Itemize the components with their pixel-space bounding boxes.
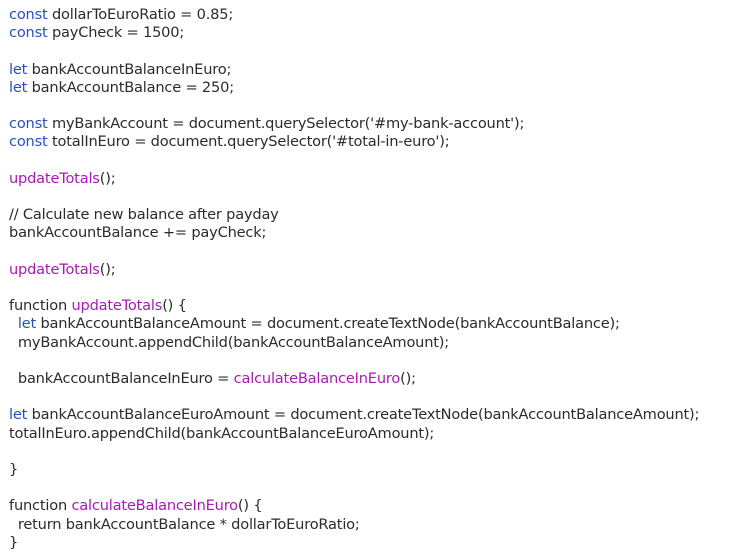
code-text-token: (); <box>400 369 416 387</box>
code-text-token: totalInEuro = document.querySelector('#t… <box>47 133 450 151</box>
code-text-token: function <box>9 297 72 315</box>
function-name-token: updateTotals <box>9 169 100 187</box>
code-text-token: myBankAccount = document.querySelector('… <box>47 115 525 133</box>
code-text-token: myBankAccount.appendChild(bankAccountBal… <box>9 333 450 351</box>
code-text-token: bankAccountBalanceEuroAmount = document.… <box>27 406 700 424</box>
code-text-token: } <box>9 533 19 551</box>
code-line[interactable] <box>9 479 748 497</box>
keyword-token: const <box>9 24 48 42</box>
keyword-token: let <box>9 78 28 96</box>
code-text-token: bankAccountBalanceInEuro; <box>27 60 232 78</box>
code-text-token: bankAccountBalance = 250; <box>27 78 235 96</box>
code-line[interactable] <box>9 279 748 297</box>
code-text-token: return bankAccountBalance * dollarToEuro… <box>9 515 360 533</box>
code-line[interactable]: bankAccountBalance += payCheck; <box>9 224 748 242</box>
code-line[interactable]: let bankAccountBalanceAmount = document.… <box>9 315 748 333</box>
code-line[interactable] <box>9 152 748 170</box>
code-line[interactable]: const totalInEuro = document.querySelect… <box>9 133 748 151</box>
code-line[interactable]: function calculateBalanceInEuro() { <box>9 497 748 515</box>
keyword-token: const <box>9 6 48 23</box>
code-text-token: bankAccountBalanceInEuro = <box>9 369 234 387</box>
function-name-token: updateTotals <box>9 260 100 278</box>
function-name-token: updateTotals <box>71 297 163 315</box>
code-line[interactable] <box>9 188 748 206</box>
code-text-token: payCheck = 1500; <box>47 24 185 42</box>
keyword-token: const <box>9 133 48 151</box>
code-line[interactable] <box>9 352 748 370</box>
code-text-token: } <box>9 460 19 478</box>
code-line[interactable]: updateTotals(); <box>9 170 748 188</box>
code-line[interactable]: myBankAccount.appendChild(bankAccountBal… <box>9 334 748 352</box>
code-line[interactable]: const dollarToEuroRatio = 0.85; <box>9 6 748 24</box>
code-line[interactable]: const payCheck = 1500; <box>9 24 748 42</box>
code-line[interactable]: // Calculate new balance after payday <box>9 206 748 224</box>
code-text-token: dollarToEuroRatio = 0.85; <box>47 6 234 23</box>
keyword-token: let <box>9 60 28 78</box>
code-line[interactable]: } <box>9 534 748 552</box>
function-name-token: calculateBalanceInEuro <box>71 497 238 515</box>
code-line[interactable]: const myBankAccount = document.querySele… <box>9 115 748 133</box>
code-text-token: () { <box>237 497 263 515</box>
code-text-token: function <box>9 497 72 515</box>
function-name-token: calculateBalanceInEuro <box>233 369 401 387</box>
code-line[interactable]: let bankAccountBalance = 250; <box>9 79 748 97</box>
code-text-token: totalInEuro.appendChild(bankAccountBalan… <box>9 424 435 442</box>
code-line[interactable]: totalInEuro.appendChild(bankAccountBalan… <box>9 425 748 443</box>
code-line[interactable]: } <box>9 461 748 479</box>
code-text-token: () { <box>162 297 187 315</box>
code-line[interactable] <box>9 388 748 406</box>
code-line[interactable]: let bankAccountBalanceInEuro; <box>9 61 748 79</box>
code-editor[interactable]: const dollarToEuroRatio = 0.85; const pay… <box>0 0 748 556</box>
code-line[interactable]: bankAccountBalanceInEuro = calculateBala… <box>9 370 748 388</box>
code-text-token: (); <box>99 169 116 187</box>
code-text-token: (); <box>99 260 116 278</box>
code-line[interactable]: updateTotals(); <box>9 261 748 279</box>
code-text-token: // Calculate new balance after payday <box>9 206 279 224</box>
keyword-token: let <box>9 406 28 424</box>
code-line[interactable]: function updateTotals() { <box>9 297 748 315</box>
code-line[interactable] <box>9 42 748 60</box>
code-line[interactable]: let bankAccountBalanceEuroAmount = docum… <box>9 406 748 424</box>
code-text-token: bankAccountBalanceAmount = document.crea… <box>36 315 620 333</box>
code-line[interactable] <box>9 443 748 461</box>
code-line[interactable]: return bankAccountBalance * dollarToEuro… <box>9 516 748 534</box>
keyword-token: let <box>17 315 37 333</box>
code-line[interactable] <box>9 243 748 261</box>
code-text-token: bankAccountBalance += payCheck; <box>9 224 267 242</box>
code-line[interactable] <box>9 97 748 115</box>
keyword-token: const <box>9 115 48 133</box>
